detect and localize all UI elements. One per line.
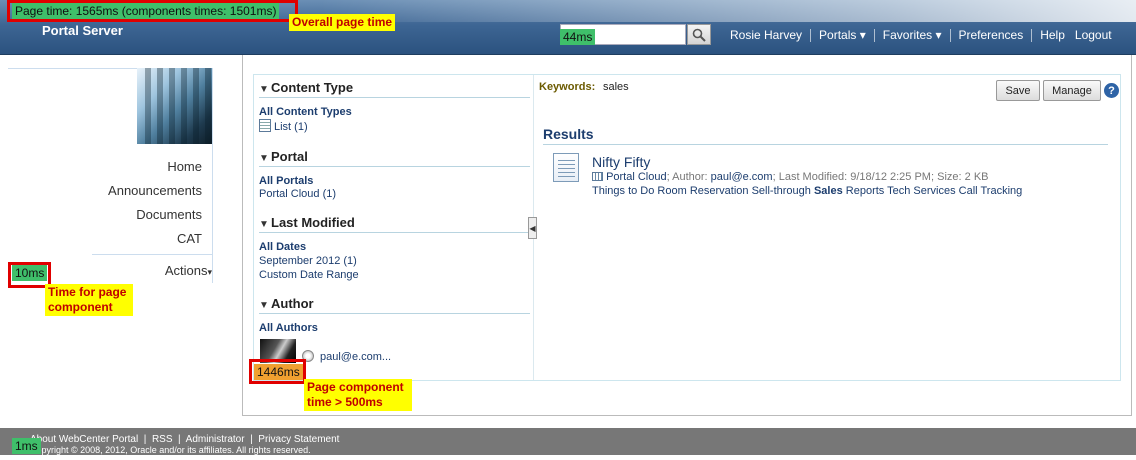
save-button[interactable]: Save	[996, 80, 1040, 101]
footer-timer: 1ms	[12, 438, 41, 454]
facet-title: Author	[271, 296, 314, 311]
keywords-value: sales	[603, 81, 629, 93]
overall-page-time-note: Overall page time	[289, 14, 396, 31]
facet-item-list[interactable]: List (1)	[259, 119, 308, 133]
search-button[interactable]	[687, 24, 711, 45]
facet-title: Content Type	[271, 80, 354, 95]
facet-portal-header[interactable]: ▼ Portal	[259, 149, 308, 164]
footer: About WebCenter Portal | RSS | Administr…	[0, 428, 1136, 455]
actions-label: Actions	[164, 263, 208, 278]
brand-title: Portal Server	[42, 23, 123, 38]
search-timer: 44ms	[560, 29, 596, 45]
size-label: Size:	[937, 171, 962, 183]
search-results-panel	[253, 74, 1121, 381]
result-meta: Portal Cloud; Author: paul@e.com; Last M…	[592, 171, 989, 183]
tags-pre[interactable]: Things to Do Room Reservation Sell-throu…	[592, 185, 811, 197]
facet-line	[259, 166, 530, 167]
left-nav-divider	[92, 254, 212, 255]
facet-all-authors[interactable]: All Authors	[259, 322, 318, 334]
footer-links: About WebCenter Portal | RSS | Administr…	[30, 434, 340, 445]
facet-line	[259, 97, 530, 98]
search-icon	[692, 28, 706, 42]
result-tags: Things to Do Room Reservation Sell-throu…	[592, 185, 1022, 197]
keywords-label: Keywords:	[539, 81, 596, 93]
left-nav-documents[interactable]: Documents	[8, 203, 202, 227]
author-label: Author:	[672, 171, 708, 183]
left-nav-cat[interactable]: CAT	[8, 227, 202, 251]
modified-label: Last Modified:	[778, 171, 848, 183]
nav-portals[interactable]: Portals ▾	[811, 28, 874, 42]
tags-bold[interactable]: Sales	[814, 185, 843, 197]
footer-link-rss[interactable]: RSS	[152, 434, 173, 445]
global-nav: Rosie Harvey Portals ▾ Favorites ▾ Prefe…	[722, 26, 1120, 44]
chevron-down-icon: ▼	[259, 84, 269, 95]
page: Portal Server Rosie Harvey Portals ▾ Fav…	[0, 0, 1136, 460]
facet-item-portal-cloud[interactable]: Portal Cloud (1)	[259, 188, 336, 200]
facet-title: Portal	[271, 149, 308, 164]
collapse-facets-button[interactable]: ◀	[528, 217, 537, 239]
nav-favorites[interactable]: Favorites ▾	[875, 28, 950, 42]
facet-title: Last Modified	[271, 215, 355, 230]
footer-link-about[interactable]: About WebCenter Portal	[30, 434, 138, 445]
help-icon[interactable]: ?	[1104, 83, 1119, 98]
nav-logout[interactable]: Logout	[1073, 28, 1120, 42]
server-room-image	[137, 68, 212, 144]
facet-item-author[interactable]: paul@e.com...	[320, 351, 391, 363]
result-title-link[interactable]: Nifty Fifty	[592, 154, 650, 170]
header-sheen	[320, 0, 1136, 22]
facets-timer-highlight	[249, 359, 306, 384]
nav-preferences[interactable]: Preferences	[951, 28, 1032, 42]
nav-help[interactable]: Help	[1032, 28, 1073, 42]
facet-all-dates[interactable]: All Dates	[259, 241, 306, 253]
list-icon	[259, 119, 271, 132]
list-document-icon	[553, 153, 579, 182]
left-nav: Home Announcements Documents CAT	[8, 155, 202, 251]
size-value: 2 KB	[964, 171, 989, 183]
manage-button[interactable]: Manage	[1043, 80, 1101, 101]
facet-author-header[interactable]: ▼ Author	[259, 296, 314, 311]
component-time-note: Time for page component	[45, 284, 133, 316]
facet-item-custom-range[interactable]: Custom Date Range	[259, 269, 359, 281]
facet-item-label: List (1)	[274, 121, 308, 133]
portal-icon	[592, 172, 603, 181]
facet-line	[259, 313, 530, 314]
nav-portals-label: Portals	[819, 28, 857, 42]
chevron-left-icon: ◀	[529, 223, 536, 233]
facet-last-modified-header[interactable]: ▼ Last Modified	[259, 215, 355, 230]
footer-link-administrator[interactable]: Administrator	[186, 434, 245, 445]
results-heading: Results	[543, 126, 594, 142]
actions-menu[interactable]: Actions▾	[120, 263, 212, 278]
results-divider	[543, 144, 1108, 145]
facet-all-portals[interactable]: All Portals	[259, 175, 313, 187]
facet-line	[259, 232, 530, 233]
facet-all-content-types[interactable]: All Content Types	[259, 106, 352, 118]
footer-copyright: Copyright © 2008, 2012, Oracle and/or it…	[30, 445, 311, 455]
left-nav-announcements[interactable]: Announcements	[8, 179, 202, 203]
chevron-down-icon: ▾	[859, 28, 866, 42]
slow-component-note: Page component time > 500ms	[304, 379, 412, 411]
chevron-down-icon: ▼	[259, 153, 269, 164]
facet-content-type-header[interactable]: ▼ Content Type	[259, 80, 353, 95]
chevron-down-icon: ▼	[259, 219, 269, 230]
footer-link-privacy[interactable]: Privacy Statement	[258, 434, 339, 445]
chevron-down-icon: ▾	[207, 267, 212, 277]
result-portal-link[interactable]: Portal Cloud	[606, 171, 667, 183]
tags-post[interactable]: Reports Tech Services Call Tracking	[846, 185, 1022, 197]
chevron-down-icon: ▼	[259, 300, 269, 311]
chevron-down-icon: ▾	[935, 28, 942, 42]
left-nav-home[interactable]: Home	[8, 155, 202, 179]
nav-user[interactable]: Rosie Harvey	[722, 28, 810, 42]
result-author-link[interactable]: paul@e.com	[711, 171, 773, 183]
facet-item-september[interactable]: September 2012 (1)	[259, 255, 357, 267]
modified-value: 9/18/12 2:25 PM	[850, 171, 931, 183]
nav-favorites-label: Favorites	[882, 28, 933, 42]
page-time-highlight	[7, 0, 298, 22]
